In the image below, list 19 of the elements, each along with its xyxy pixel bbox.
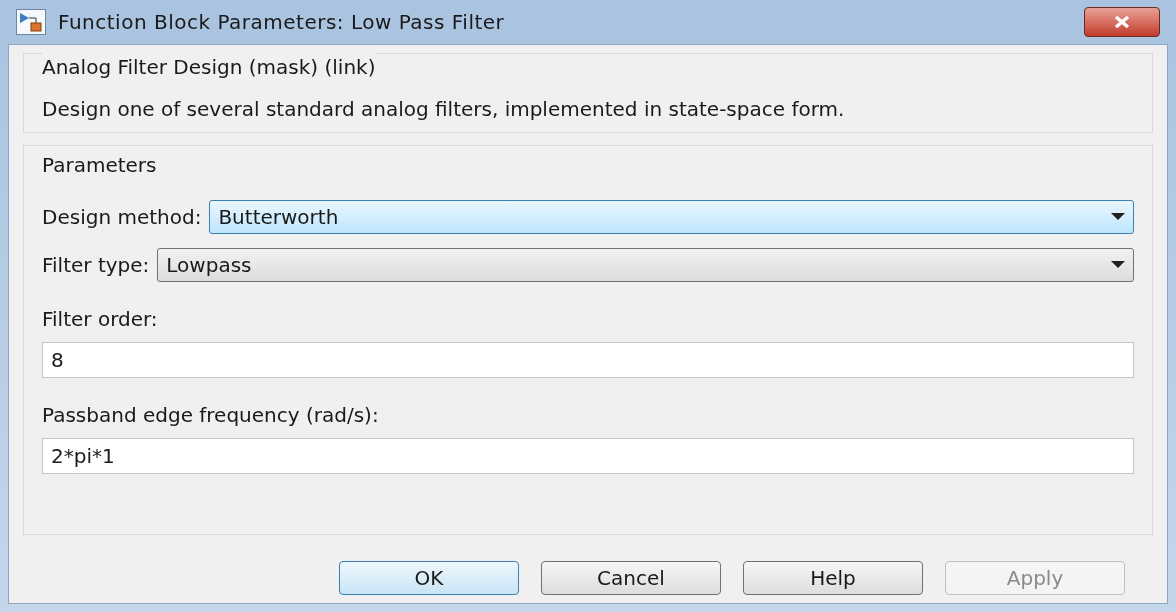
input-field[interactable]: 8 [42, 342, 1134, 378]
window-title: Function Block Parameters: Low Pass Filter [58, 9, 505, 36]
description-text: Design one of several standard analog filters, implemented in state-space form. [42, 96, 846, 123]
dialog-button[interactable]: Help [743, 561, 923, 595]
field-label: Filter type: [42, 252, 150, 279]
caret-icon [1111, 213, 1125, 221]
field-label: Filter order: [42, 306, 159, 333]
close-button[interactable] [1084, 7, 1160, 37]
dropdown[interactable]: Lowpass [157, 248, 1134, 282]
block-icon [16, 9, 46, 35]
input-field[interactable]: 2*pi*1 [42, 438, 1134, 474]
close-icon [1113, 15, 1131, 29]
dialog-button[interactable]: Cancel [541, 561, 721, 595]
dialog-button[interactable]: OK [339, 561, 519, 595]
field-label: Passband edge frequency (rad/s): [42, 402, 380, 429]
caret-icon [1111, 261, 1125, 269]
panel-title: Parameters [42, 152, 158, 179]
dropdown[interactable]: Butterworth [209, 200, 1134, 234]
field-label: Design method: [42, 204, 202, 231]
